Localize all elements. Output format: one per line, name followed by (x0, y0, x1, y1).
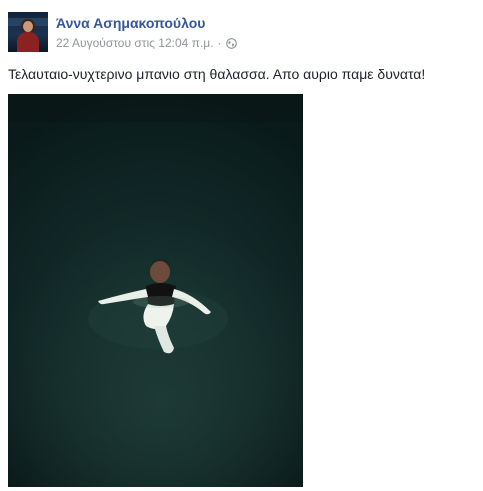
post-photo[interactable] (8, 94, 303, 487)
globe-icon[interactable] (225, 37, 237, 49)
avatar[interactable] (8, 12, 48, 52)
post-text: Τελαυταιο-νυχτερινο μπανιο στη θαλασσα. … (8, 66, 426, 82)
meta-separator: · (217, 36, 222, 50)
avatar-face (23, 21, 33, 32)
post-meta: 22 Αυγούστου στις 12:04 π.μ. · (56, 36, 237, 50)
swimmer-image (8, 94, 303, 354)
post-timestamp[interactable]: 22 Αυγούστου στις 12:04 π.μ. (56, 36, 214, 50)
facebook-post: Άννα Ασημακοπούλου 22 Αυγούστου στις 12:… (0, 0, 483, 491)
author-name-link[interactable]: Άννα Ασημακοπούλου (56, 15, 205, 31)
avatar-torso (17, 32, 39, 52)
